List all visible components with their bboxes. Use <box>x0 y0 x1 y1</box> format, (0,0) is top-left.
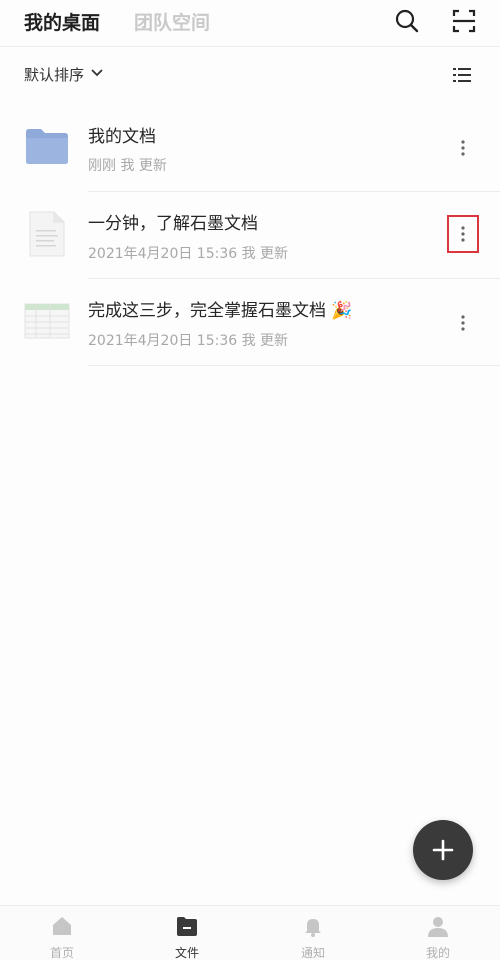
home-icon <box>53 917 71 935</box>
more-vertical-icon <box>461 140 465 156</box>
tab-my-desktop[interactable]: 我的桌面 <box>24 8 100 35</box>
file-meta: 2021年4月20日 15:36 我 更新 <box>88 333 289 349</box>
more-vertical-icon <box>461 226 465 242</box>
more-vertical-icon <box>461 315 465 331</box>
more-options-button[interactable] <box>447 304 479 342</box>
tab-team-space[interactable]: 团队空间 <box>134 8 210 35</box>
nav-item-home[interactable]: 首页 <box>22 914 102 961</box>
scan-icon[interactable] <box>449 6 479 36</box>
nav-item-notifications[interactable]: 通知 <box>273 914 353 961</box>
spreadsheet-icon <box>24 303 70 343</box>
nav-item-files[interactable]: 文件 <box>147 914 227 961</box>
nav-label: 文件 <box>174 946 199 960</box>
list-item-spreadsheet[interactable]: 完成这三步，完全掌握石墨文档 🎉 2021年4月20日 15:36 我 更新 <box>0 279 500 366</box>
more-options-button[interactable] <box>447 215 479 253</box>
row-divider <box>88 365 500 366</box>
file-icon <box>177 917 197 936</box>
sort-dropdown[interactable]: 默认排序 <box>24 64 104 85</box>
person-icon <box>428 917 448 937</box>
bottom-nav: 首页 文件 通知 我的 <box>0 905 500 960</box>
file-meta: 刚刚 我 更新 <box>88 158 167 174</box>
plus-icon <box>432 839 454 861</box>
search-icon[interactable] <box>392 6 422 36</box>
more-options-button[interactable] <box>447 129 479 167</box>
header-divider <box>0 46 500 47</box>
nav-label: 通知 <box>300 946 325 960</box>
list-item-folder[interactable]: 我的文档 刚刚 我 更新 <box>0 104 500 191</box>
sort-label: 默认排序 <box>24 66 85 84</box>
file-name: 一分钟，了解石墨文档 <box>88 214 258 234</box>
nav-label: 我的 <box>425 946 450 960</box>
nav-item-profile[interactable]: 我的 <box>398 914 478 961</box>
nav-label: 首页 <box>49 946 74 960</box>
file-name: 我的文档 <box>88 127 156 147</box>
file-name: 完成这三步，完全掌握石墨文档 🎉 <box>88 301 353 321</box>
list-view-icon[interactable] <box>451 64 473 86</box>
list-item-document[interactable]: 一分钟，了解石墨文档 2021年4月20日 15:36 我 更新 <box>0 192 500 279</box>
folder-icon <box>24 126 70 170</box>
top-header: 我的桌面 团队空间 <box>0 0 500 46</box>
chevron-down-icon <box>90 65 104 84</box>
add-button[interactable] <box>413 820 473 880</box>
bell-icon <box>305 919 321 937</box>
file-meta: 2021年4月20日 15:36 我 更新 <box>88 246 289 262</box>
document-icon <box>28 210 66 262</box>
